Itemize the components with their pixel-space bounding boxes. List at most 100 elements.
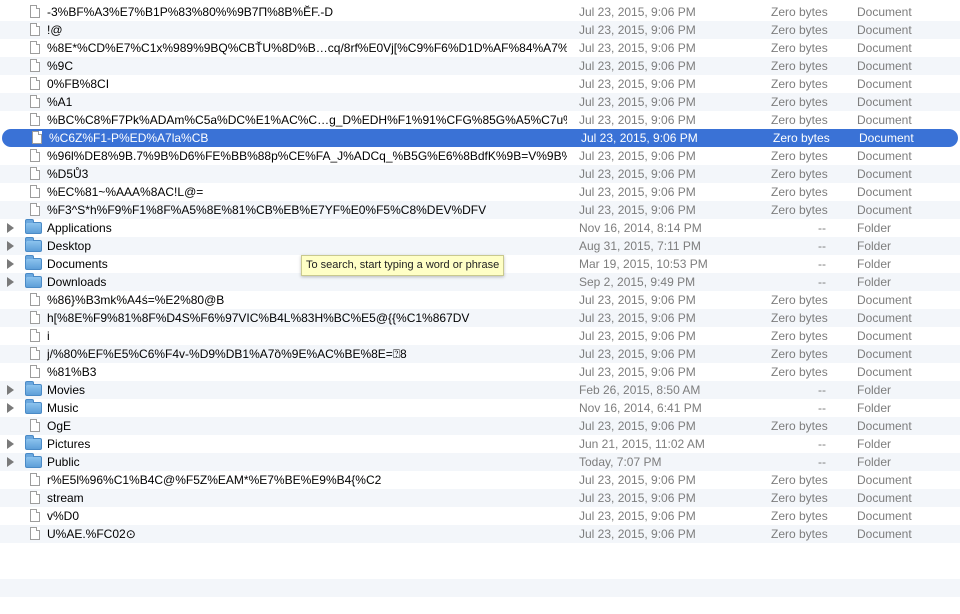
file-row[interactable]: Desktop Aug 31, 2015, 7:11 PM -- Folder (0, 237, 960, 255)
file-row[interactable]: Pictures Jun 21, 2015, 11:02 AM -- Folder (0, 435, 960, 453)
file-row[interactable]: %81%B3 Jul 23, 2015, 9:06 PM Zero bytes Doc… (0, 363, 960, 381)
disclosure-triangle-icon[interactable] (7, 241, 14, 251)
file-row[interactable]: Music Nov 16, 2014, 6:41 PM -- Folder (0, 399, 960, 417)
file-name: Public (47, 455, 80, 469)
document-icon (30, 77, 40, 90)
file-name: %EC%81~%AAA%8AC!L@= (47, 185, 204, 199)
file-kind: Document (857, 473, 912, 487)
file-row[interactable]: %8E*%CD%E7%C1x%989%9BQ%CBŤU%8D%B…cq/8rf%… (0, 39, 960, 57)
file-name: %8E*%CD%E7%C1x%989%9BQ%CBŤU%8D%B…cq/8rf%… (47, 41, 567, 55)
file-size: -- (818, 455, 826, 469)
file-kind: Folder (857, 239, 892, 253)
file-row[interactable]: Public Today, 7:07 PM -- Folder (0, 453, 960, 471)
date-modified: Jul 23, 2015, 9:06 PM (579, 329, 696, 343)
file-row[interactable]: 0%FB%8CI Jul 23, 2015, 9:06 PM Zero bytes D… (0, 75, 960, 93)
file-name: r%E5l%96%C1%B4C@%F5Z%EAM*%E7%BE%E9%B4{%C… (47, 473, 382, 487)
file-name: %A1 (47, 95, 73, 109)
file-size: Zero bytes (771, 5, 828, 19)
file-row[interactable]: OgE Jul 23, 2015, 9:06 PM Zero bytes Docume… (0, 417, 960, 435)
document-icon (30, 167, 40, 180)
document-icon (30, 293, 40, 306)
file-row-selected[interactable]: %C6Z%F1-P%ED%A7la%CB Jul 23, 2015, 9:06 P… (2, 129, 958, 147)
file-kind: Document (857, 95, 912, 109)
file-row[interactable]: %A1 Jul 23, 2015, 9:06 PM Zero bytes Docume… (0, 93, 960, 111)
empty-row (0, 579, 960, 597)
file-size: Zero bytes (773, 131, 830, 145)
file-size: Zero bytes (771, 95, 828, 109)
folder-icon (25, 381, 42, 396)
file-name: v%D0 (47, 509, 80, 523)
file-size: Zero bytes (771, 365, 828, 379)
file-name: j/%80%EF%E5%C6%F4v-%D9%DB1%A7ȍ%9E%AC%BE%… (47, 347, 407, 361)
folder-icon (25, 219, 42, 234)
date-modified: Today, 7:07 PM (579, 455, 662, 469)
file-size: Zero bytes (771, 203, 828, 217)
file-kind: Document (857, 491, 912, 505)
disclosure-triangle-icon[interactable] (7, 277, 14, 287)
file-size: Zero bytes (771, 509, 828, 523)
file-row[interactable]: Applications Nov 16, 2014, 8:14 PM -- Folde… (0, 219, 960, 237)
file-kind: Folder (857, 275, 892, 289)
file-name: Movies (47, 383, 86, 397)
file-name: %C6Z%F1-P%ED%A7la%CB (49, 131, 209, 145)
file-kind: Document (857, 509, 912, 523)
file-name: %86}%B3mk%A4ś=%E2%80@B (47, 293, 225, 307)
document-icon (30, 23, 40, 36)
file-size: Zero bytes (771, 41, 828, 55)
file-name: %96l%DE8%9B.7%9B%D6%FE%BB%88p%CE%FA_J%AD… (47, 149, 567, 163)
file-row[interactable]: %96l%DE8%9B.7%9B%D6%FE%BB%88p%CE%FA_J%AD… (0, 147, 960, 165)
file-row[interactable]: U%AE.%FC02⊙ Jul 23, 2015, 9:06 PM Zero byt… (0, 525, 960, 543)
file-size: -- (818, 437, 826, 451)
disclosure-triangle-icon[interactable] (7, 457, 14, 467)
disclosure-triangle-icon[interactable] (7, 439, 14, 449)
file-size: Zero bytes (771, 113, 828, 127)
document-icon (30, 347, 40, 360)
folder-icon (25, 435, 42, 450)
file-row[interactable]: h[%8E%F9%81%8F%D4S%F6%97VIC%B4L%83H%BC%E… (0, 309, 960, 327)
file-size: -- (818, 401, 826, 415)
file-name: %BC%C8%F7Pk%ADAm%C5a%DC%E1%AC%C…g_D%EDH%… (47, 113, 567, 127)
date-modified: Jul 23, 2015, 9:06 PM (579, 203, 696, 217)
date-modified: Jul 23, 2015, 9:06 PM (579, 527, 696, 541)
file-row[interactable]: -3%BF%A3%E7%B1P%83%80%%9B7П%8B%ĔF.-D Jul … (0, 3, 960, 21)
disclosure-triangle-icon[interactable] (7, 385, 14, 395)
file-kind: Folder (857, 257, 892, 271)
date-modified: Jul 23, 2015, 9:06 PM (579, 41, 696, 55)
file-row[interactable]: r%E5l%96%C1%B4C@%F5Z%EAM*%E7%BE%E9%B4{%C… (0, 471, 960, 489)
file-row[interactable]: i Jul 23, 2015, 9:06 PM Zero bytes Document (0, 327, 960, 345)
file-row[interactable]: j/%80%EF%E5%C6%F4v-%D9%DB1%A7ȍ%9E%AC%BE%… (0, 345, 960, 363)
disclosure-triangle-icon[interactable] (7, 403, 14, 413)
file-kind: Document (857, 23, 912, 37)
document-icon (30, 527, 40, 540)
date-modified: Jul 23, 2015, 9:06 PM (579, 149, 696, 163)
file-row[interactable]: %86}%B3mk%A4ś=%E2%80@B Jul 23, 2015, 9:06… (0, 291, 960, 309)
disclosure-triangle-icon[interactable] (7, 223, 14, 233)
file-row[interactable]: %9C Jul 23, 2015, 9:06 PM Zero bytes Docume… (0, 57, 960, 75)
file-name: %F3^S*h%F9%F1%8F%A5%8E%81%CB%EB%E7YF%E0%… (47, 203, 487, 217)
file-row[interactable]: !@ Jul 23, 2015, 9:06 PM Zero bytes Documen… (0, 21, 960, 39)
document-icon (30, 491, 40, 504)
file-name: %D5Ů3 (47, 167, 89, 181)
date-modified: Nov 16, 2014, 8:14 PM (579, 221, 702, 235)
file-size: Zero bytes (771, 185, 828, 199)
date-modified: Jul 23, 2015, 9:06 PM (579, 23, 696, 37)
file-row[interactable]: %EC%81~%AAA%8AC!L@= Jul 23, 2015, 9:06 PM… (0, 183, 960, 201)
file-row[interactable]: Movies Feb 26, 2015, 8:50 AM -- Folder (0, 381, 960, 399)
folder-icon (25, 273, 42, 288)
file-name: -3%BF%A3%E7%B1P%83%80%%9B7П%8B%ĔF.-D (47, 5, 334, 19)
file-row[interactable]: %F3^S*h%F9%F1%8F%A5%8E%81%CB%EB%E7YF%E0%… (0, 201, 960, 219)
file-row[interactable]: stream Jul 23, 2015, 9:06 PM Zero bytes Doc… (0, 489, 960, 507)
file-row[interactable]: %D5Ů3 Jul 23, 2015, 9:06 PM Zero bytes Docu… (0, 165, 960, 183)
date-modified: Jul 23, 2015, 9:06 PM (579, 185, 696, 199)
document-icon (30, 59, 40, 72)
date-modified: Jul 23, 2015, 9:06 PM (579, 77, 696, 91)
document-icon (30, 203, 40, 216)
file-size: Zero bytes (771, 491, 828, 505)
file-name: 0%FB%8CI (47, 77, 110, 91)
disclosure-triangle-icon[interactable] (7, 259, 14, 269)
document-icon (30, 5, 40, 18)
file-row[interactable]: %BC%C8%F7Pk%ADAm%C5a%DC%E1%AC%C…g_D%EDH%… (0, 111, 960, 129)
file-row[interactable]: v%D0 Jul 23, 2015, 9:06 PM Zero bytes Docum… (0, 507, 960, 525)
date-modified: Jul 23, 2015, 9:06 PM (579, 509, 696, 523)
file-kind: Document (857, 149, 912, 163)
